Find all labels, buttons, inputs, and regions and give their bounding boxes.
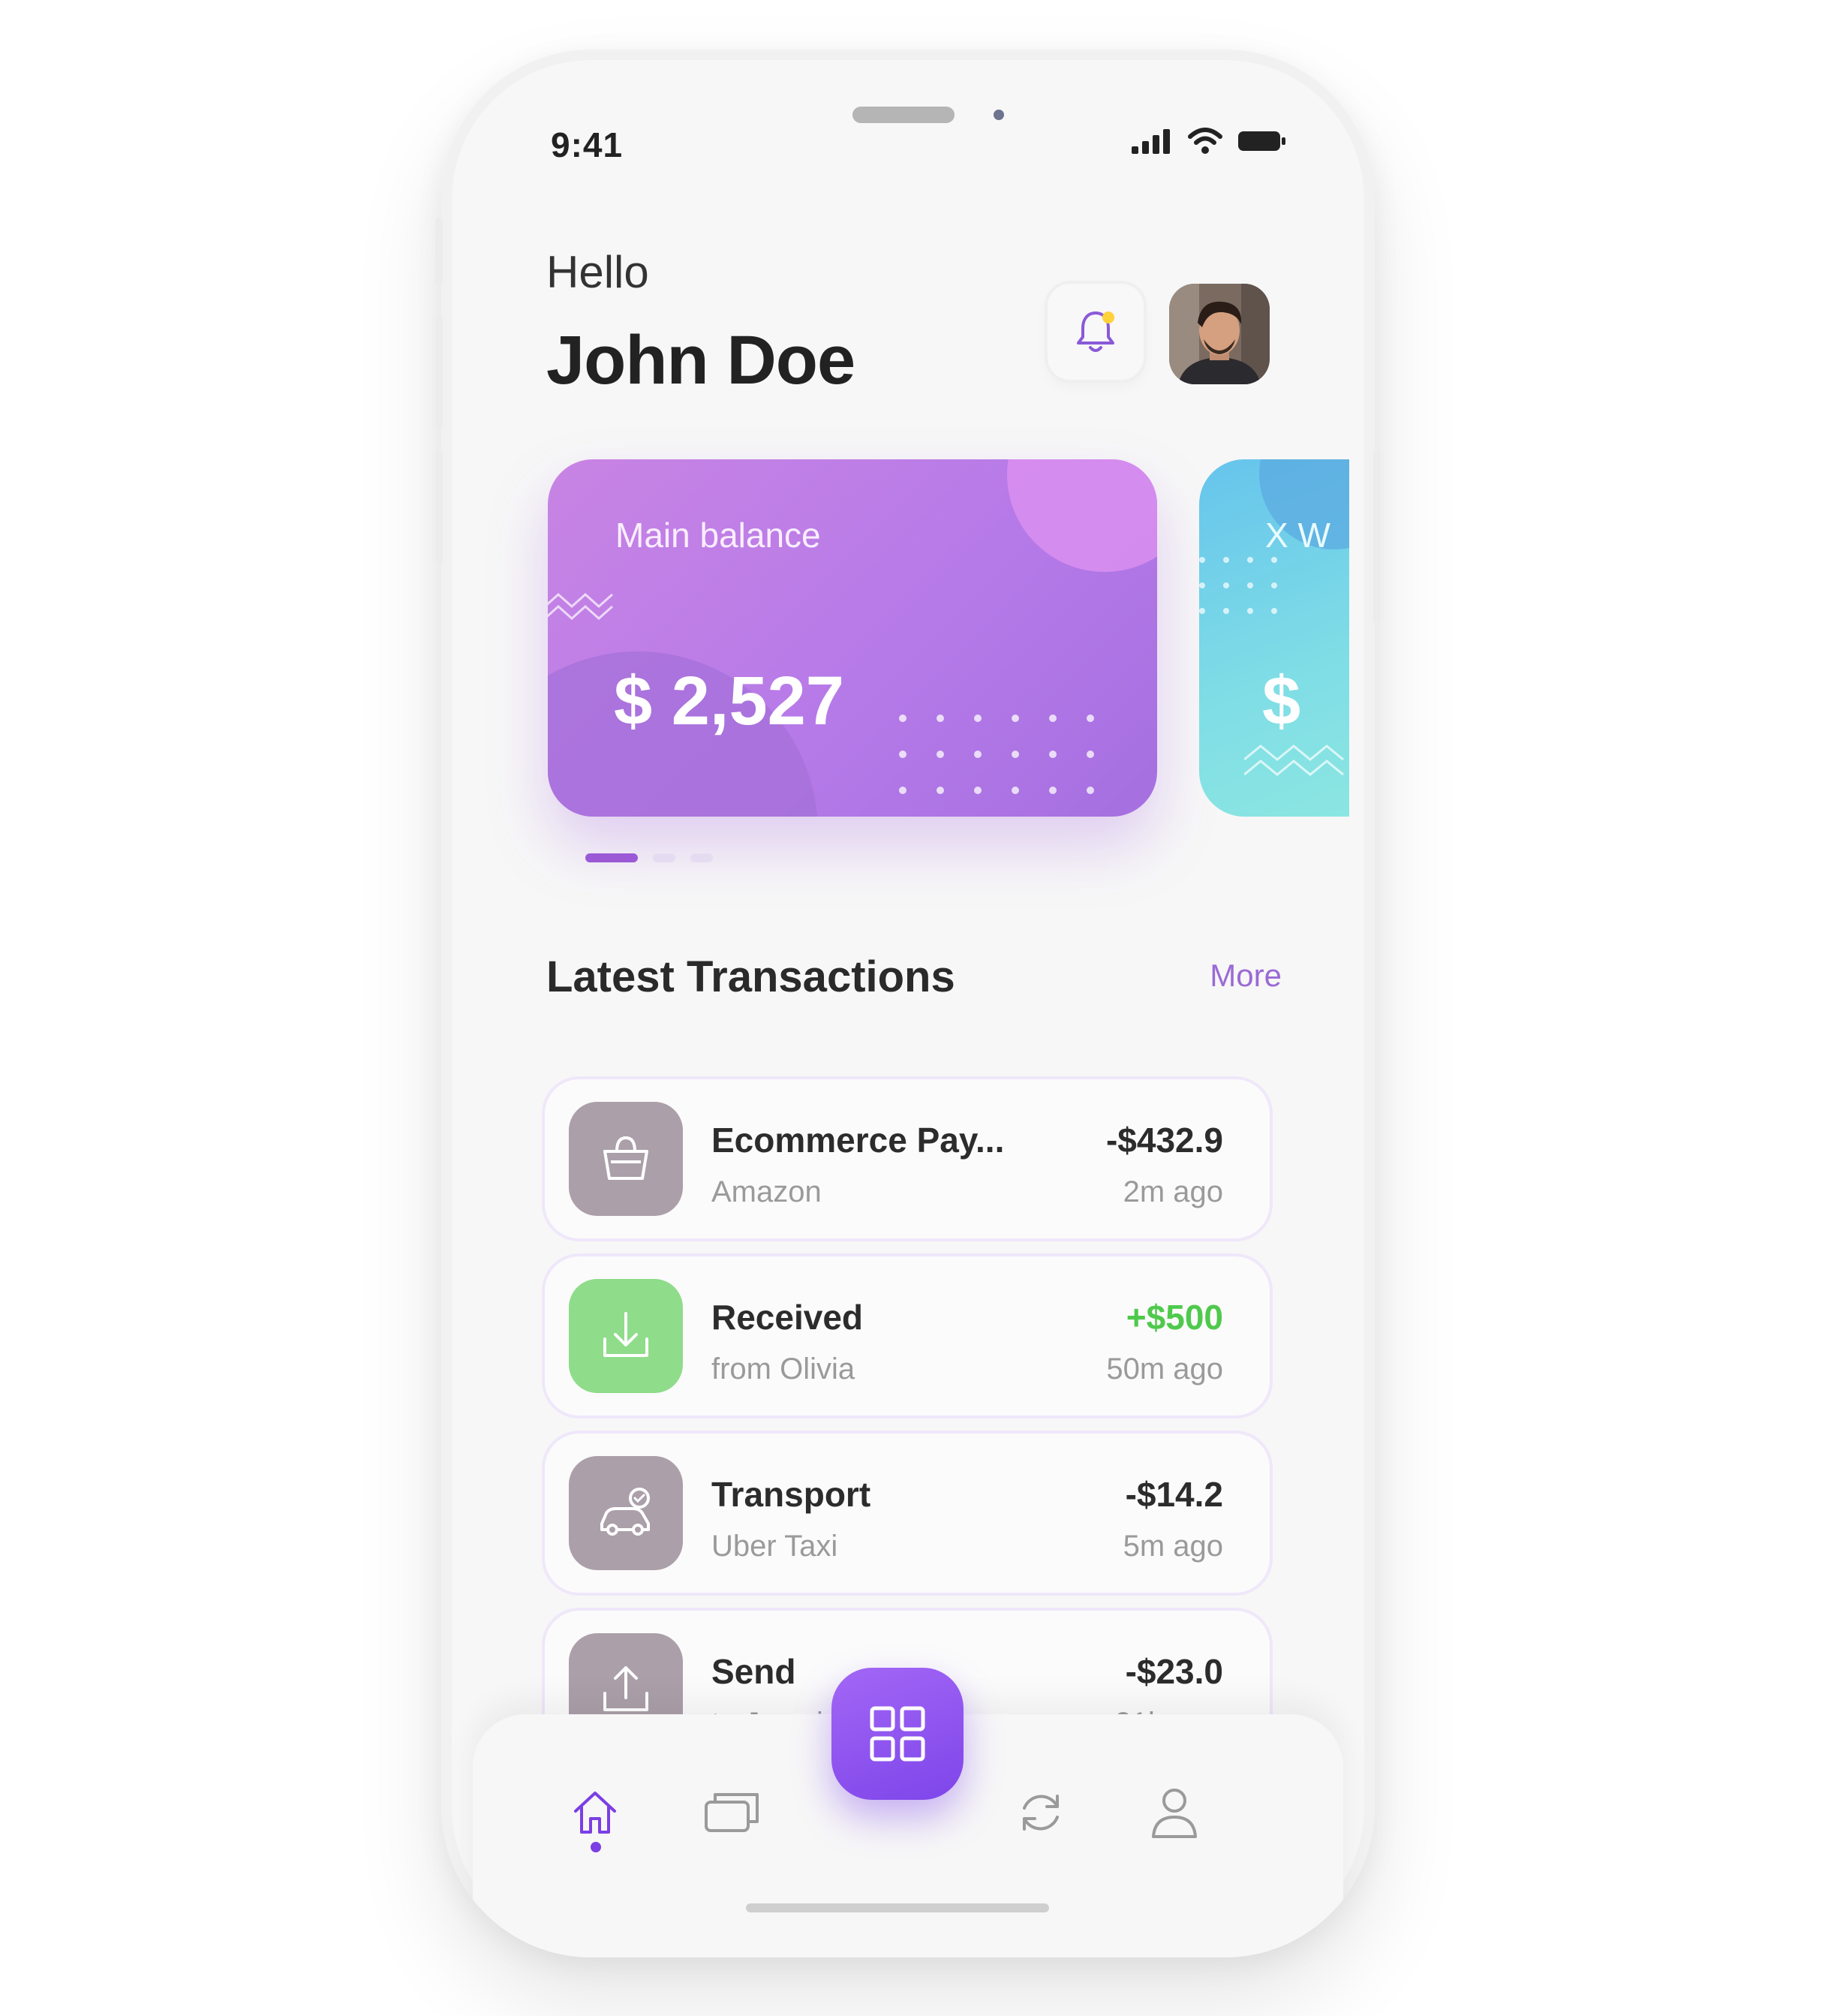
transaction-title: Ecommerce Pay...	[711, 1121, 1005, 1160]
user-name: John Doe	[546, 322, 855, 399]
main-action-button[interactable]	[831, 1668, 964, 1800]
side-button	[435, 218, 443, 285]
status-icons	[1132, 128, 1286, 155]
card-balance: $	[1262, 663, 1301, 739]
front-camera	[994, 110, 1004, 120]
zigzag-decoration-icon	[1244, 745, 1344, 776]
transaction-amount: -$23.0	[1125, 1652, 1223, 1691]
transaction-icon-tile	[569, 1456, 683, 1570]
transaction-subtitle: Uber Taxi	[711, 1530, 838, 1563]
bell-icon	[1077, 311, 1114, 352]
transaction-title: Transport	[711, 1475, 871, 1514]
user-photo-icon	[1169, 284, 1270, 384]
more-link[interactable]: More	[1210, 958, 1282, 994]
transaction-item[interactable]: Transport Uber Taxi -$14.2 5m ago	[545, 1434, 1270, 1593]
transaction-title: Received	[711, 1298, 864, 1337]
nav-item-profile[interactable]	[1141, 1779, 1208, 1846]
pager-dot-active[interactable]	[585, 853, 638, 862]
phone-frame: 9:41 Hello John Doe Main balance $ 2,527…	[441, 50, 1375, 1957]
card-label: X W	[1265, 516, 1330, 555]
transaction-item[interactable]: Ecommerce Pay... Amazon -$432.9 2m ago	[545, 1079, 1270, 1238]
car-icon	[600, 1488, 650, 1536]
user-icon	[1152, 1789, 1197, 1838]
transaction-icon-tile	[569, 1279, 683, 1393]
transaction-time: 2m ago	[1123, 1175, 1223, 1208]
transaction-amount: -$432.9	[1105, 1121, 1223, 1160]
transaction-amount: +$500	[1126, 1298, 1223, 1337]
notifications-button[interactable]	[1048, 284, 1144, 380]
status-time: 9:41	[551, 125, 624, 164]
transaction-item[interactable]: Received from Olivia +$500 50m ago	[545, 1256, 1270, 1416]
battery-icon	[1238, 131, 1285, 151]
transaction-subtitle: from Olivia	[711, 1353, 855, 1386]
balance-card-main[interactable]: Main balance $ 2,527	[548, 459, 1157, 817]
speaker-grille	[852, 107, 955, 123]
home-icon	[574, 1792, 616, 1834]
refresh-icon	[1023, 1795, 1059, 1831]
wifi-icon	[1188, 128, 1222, 154]
pager-dot[interactable]	[653, 853, 675, 862]
transaction-time: 5m ago	[1123, 1530, 1223, 1563]
card-pager[interactable]	[585, 853, 713, 862]
cards-icon	[705, 1793, 759, 1832]
zigzag-decoration-icon	[548, 592, 613, 621]
nav-item-home[interactable]	[561, 1779, 629, 1846]
nav-item-exchange[interactable]	[1007, 1779, 1075, 1846]
volume-down-button	[435, 450, 443, 563]
grid-icon	[870, 1706, 925, 1762]
pager-dot[interactable]	[690, 853, 713, 862]
dot-pattern	[1199, 557, 1279, 614]
card-balance: $ 2,527	[614, 663, 844, 739]
nav-active-indicator	[591, 1842, 601, 1852]
transaction-title: Send	[711, 1652, 796, 1691]
transaction-time: 50m ago	[1106, 1353, 1223, 1386]
card-decoration	[1007, 459, 1157, 572]
balance-card-secondary[interactable]: X W $	[1199, 459, 1349, 817]
transaction-subtitle: Amazon	[711, 1175, 822, 1208]
avatar[interactable]	[1169, 284, 1270, 384]
nav-item-cards[interactable]	[698, 1779, 765, 1846]
power-button	[1373, 450, 1381, 623]
shopping-bag-icon	[603, 1136, 648, 1180]
upload-icon	[603, 1666, 648, 1711]
section-title: Latest Transactions	[546, 952, 955, 1001]
transaction-amount: -$14.2	[1125, 1475, 1223, 1514]
volume-up-button	[435, 315, 443, 428]
transaction-icon-tile	[569, 1102, 683, 1216]
signal-icon	[1132, 129, 1170, 154]
home-indicator[interactable]	[746, 1903, 1049, 1912]
card-label: Main balance	[615, 516, 821, 555]
download-icon	[603, 1312, 648, 1357]
greeting-text: Hello	[546, 247, 649, 297]
dot-pattern	[899, 715, 1097, 794]
